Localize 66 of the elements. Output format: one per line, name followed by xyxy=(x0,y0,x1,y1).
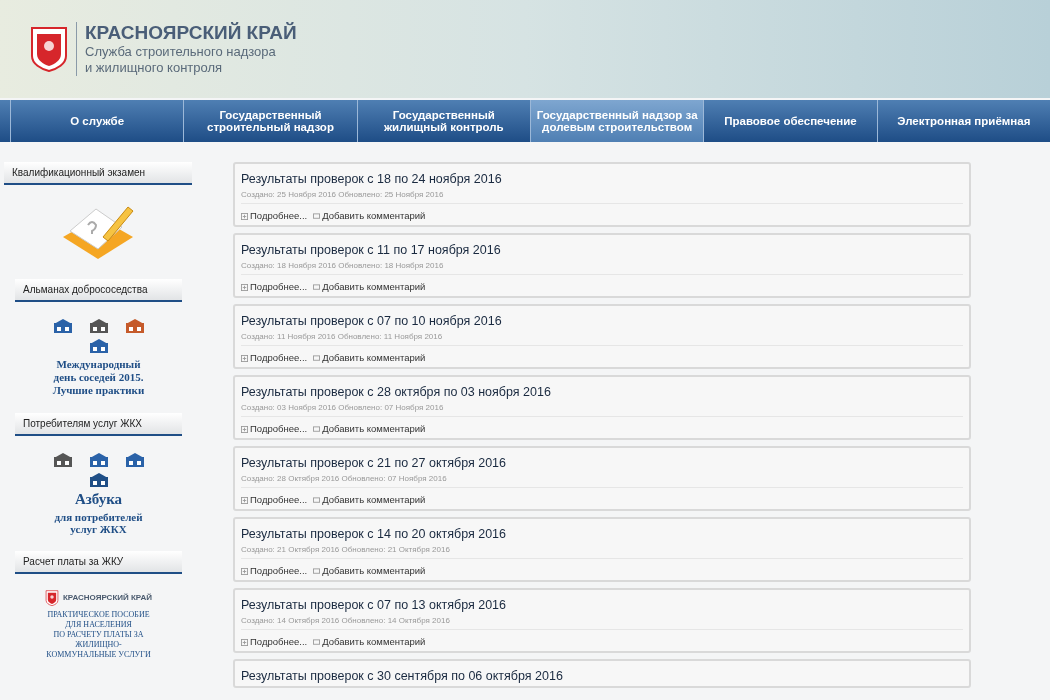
article-meta: Создано: 25 Ноября 2016 Обновлено: 25 Ноября 2016 xyxy=(241,190,963,204)
add-comment-link[interactable]: Добавить комментарий xyxy=(322,636,426,648)
house-logo-icon xyxy=(88,472,109,488)
article-title[interactable]: Результаты проверок с 28 октября по 03 ноября 2016 xyxy=(241,384,963,400)
coat-of-arms-icon xyxy=(44,590,59,606)
house-logo-icon xyxy=(88,338,109,354)
comment-icon xyxy=(313,212,321,220)
read-more-link[interactable]: Подробнее... xyxy=(250,565,308,577)
article-meta: Создано: 14 Октября 2016 Обновлено: 14 Октября 2016 xyxy=(241,616,963,630)
add-comment-link[interactable]: Добавить комментарий xyxy=(322,352,426,364)
article-title[interactable]: Результаты проверок с 14 по 20 октября 2016 xyxy=(241,526,963,542)
read-more-link[interactable]: Подробнее... xyxy=(250,636,308,648)
article-title[interactable]: Результаты проверок с 11 по 17 ноября 2016 xyxy=(241,242,963,258)
read-more-link[interactable]: Подробнее... xyxy=(250,210,308,222)
nav-tab[interactable]: Электронная приёмная xyxy=(876,100,1050,142)
read-more-link[interactable]: Подробнее... xyxy=(250,494,308,506)
nav-tab[interactable]: Государственный жилищный контроль xyxy=(356,100,530,142)
article-meta: Создано: 11 Ноября 2016 Обновлено: 11 Ноября 2016 xyxy=(241,332,963,346)
coat-of-arms-icon xyxy=(30,26,68,72)
plus-box-icon xyxy=(241,425,248,433)
article-meta: Создано: 21 Октября 2016 Обновлено: 21 Октября 2016 xyxy=(241,545,963,559)
comment-icon xyxy=(313,283,321,291)
service-subtitle: и жилищного контроля xyxy=(85,60,224,76)
article-title[interactable]: Результаты проверок с 18 по 24 ноября 2016 xyxy=(241,171,963,187)
article-title[interactable]: Результаты проверок с 21 по 27 октября 2016 xyxy=(241,455,963,471)
banner-caption[interactable]: для потребителей услуг ЖКХ xyxy=(54,511,143,535)
banner-heading[interactable]: Азбука xyxy=(74,492,123,507)
plus-box-icon xyxy=(241,212,248,220)
comment-icon xyxy=(313,496,321,504)
house-logo-icon xyxy=(124,452,145,468)
plus-box-icon xyxy=(241,354,248,362)
banner-caption[interactable]: Международный день соседей 2015. Лучшие практики xyxy=(52,358,145,397)
article-meta: Создано: 03 Ноября 2016 Обновлено: 07 Ноября 2016 xyxy=(241,403,963,417)
article-meta: Создано: 28 Октября 2016 Обновлено: 07 Ноября 2016 xyxy=(241,474,963,488)
comment-icon xyxy=(313,638,321,646)
article-title[interactable]: Результаты проверок с 07 по 10 ноября 2016 xyxy=(241,313,963,329)
sidebar-heading: Альманах добрососедства xyxy=(15,279,182,302)
service-subtitle: Служба строительного надзора xyxy=(85,44,277,60)
plus-box-icon xyxy=(241,567,248,575)
article-meta: Создано: 18 Ноября 2016 Обновлено: 18 Ноября 2016 xyxy=(241,261,963,275)
nav-tab[interactable]: Государственный надзор за долевым строительством xyxy=(530,100,704,142)
plus-box-icon xyxy=(241,496,248,504)
sidebar-heading: Потребителям услуг ЖКХ xyxy=(15,413,182,436)
banner-logo-text: КРАСНОЯРСКИЙ КРАЙ xyxy=(62,592,153,604)
nav-tab[interactable]: Государственный строительный надзор xyxy=(183,100,357,142)
read-more-link[interactable]: Подробнее... xyxy=(250,352,308,364)
article-title[interactable]: Результаты проверок с 07 по 13 октября 2016 xyxy=(241,597,963,613)
plus-box-icon xyxy=(241,638,248,646)
read-more-link[interactable]: Подробнее... xyxy=(250,281,308,293)
add-comment-link[interactable]: Добавить комментарий xyxy=(322,210,426,222)
article-title[interactable]: Результаты проверок с 30 сентября по 06 октября 2016 xyxy=(241,668,963,684)
add-comment-link[interactable]: Добавить комментарий xyxy=(322,494,426,506)
plus-box-icon xyxy=(241,283,248,291)
sidebar-heading: Квалификационный экзамен xyxy=(4,162,192,185)
nav-tab[interactable]: Правовое обеспечение xyxy=(703,100,877,142)
comment-icon xyxy=(313,567,321,575)
add-comment-link[interactable]: Добавить комментарий xyxy=(322,565,426,577)
region-title: КРАСНОЯРСКИЙ КРАЙ xyxy=(85,22,297,44)
comment-icon xyxy=(313,354,321,362)
comment-icon xyxy=(313,425,321,433)
nav-tab[interactable]: О службе xyxy=(10,100,184,142)
sidebar-heading: Расчет платы за ЖКУ xyxy=(15,551,182,574)
add-comment-link[interactable]: Добавить комментарий xyxy=(322,423,426,435)
read-more-link[interactable]: Подробнее... xyxy=(250,423,308,435)
add-comment-link[interactable]: Добавить комментарий xyxy=(322,281,426,293)
banner-caption[interactable]: ПРАКТИЧЕСКОЕ ПОСОБИЕ ДЛЯ НАСЕЛЕНИЯ ПО РАСЧЕТУ ПЛАТЫ ЗА ЖИЛИЩНО- КОММУНАЛЬНЫЕ УСЛУГИ xyxy=(46,610,151,660)
